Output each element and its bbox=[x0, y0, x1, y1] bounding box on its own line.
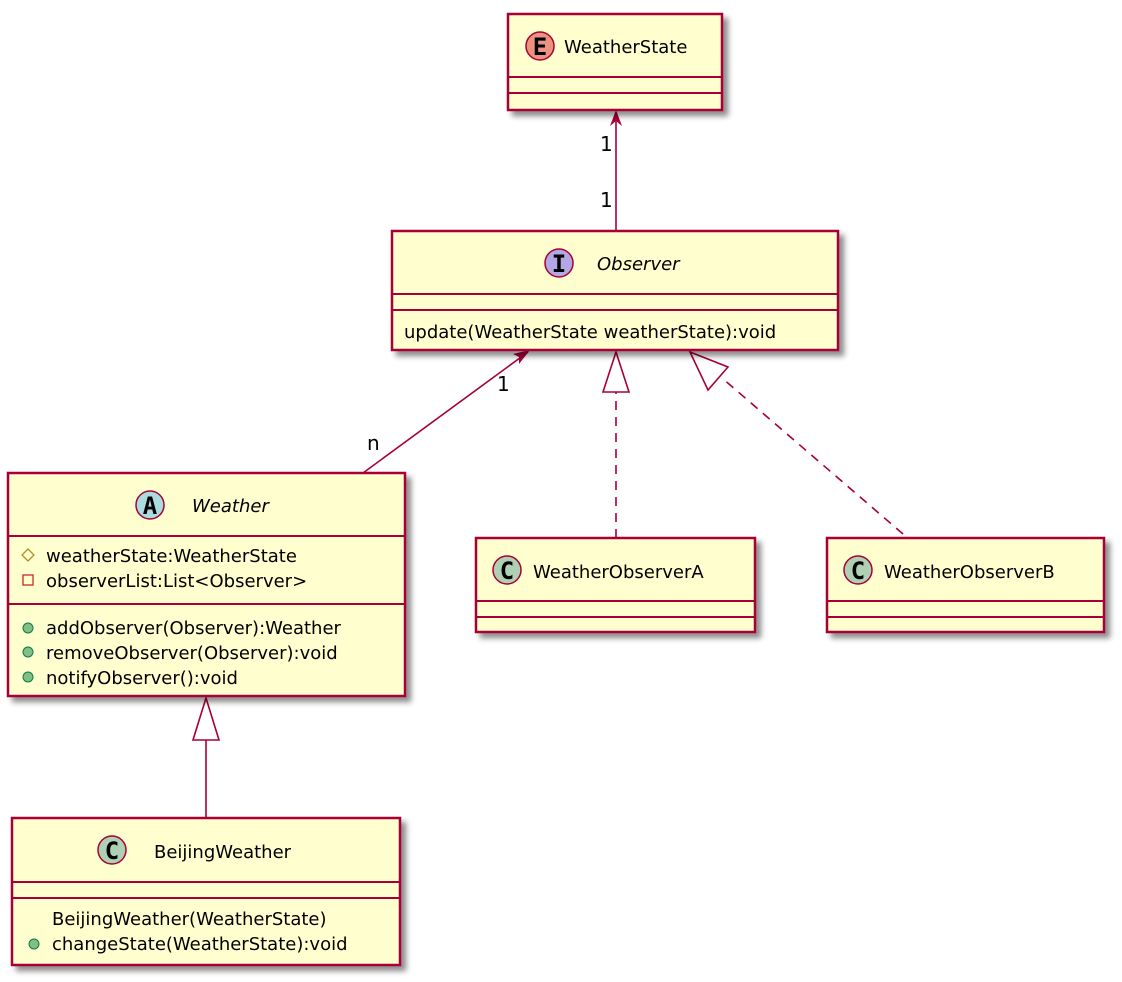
field: weatherState:WeatherState bbox=[46, 546, 297, 567]
field: observerList:List<Observer> bbox=[46, 571, 307, 592]
class-name: WeatherState bbox=[564, 37, 687, 58]
svg-text:C: C bbox=[105, 837, 119, 865]
realization-observera bbox=[601, 349, 631, 538]
method: removeObserver(Observer):void bbox=[46, 643, 338, 664]
class-name: WeatherObserverA bbox=[533, 562, 704, 583]
class-name: WeatherObserverB bbox=[884, 562, 1055, 583]
class-name: Weather bbox=[192, 496, 270, 517]
constructor: BeijingWeather(WeatherState) bbox=[52, 909, 327, 930]
class-weatherobservera[interactable] bbox=[474, 536, 757, 634]
svg-text:E: E bbox=[533, 33, 547, 61]
svg-text:A: A bbox=[143, 492, 158, 520]
method: addObserver(Observer):Weather bbox=[46, 618, 342, 639]
svg-text:I: I bbox=[552, 250, 566, 278]
class-name: BeijingWeather bbox=[154, 842, 292, 863]
svg-text:C: C bbox=[500, 557, 514, 585]
svg-text:1: 1 bbox=[600, 132, 613, 156]
method: update(WeatherState weatherState):void bbox=[404, 322, 776, 343]
class-weatherobserverb[interactable] bbox=[825, 536, 1106, 634]
inheritance-beijing-weather bbox=[191, 695, 221, 818]
association-observer-weatherstate: 1 1 bbox=[600, 110, 622, 231]
svg-text:1: 1 bbox=[600, 188, 613, 212]
class-name: Observer bbox=[597, 254, 681, 275]
svg-text:n: n bbox=[367, 431, 380, 455]
class-diagram: 1 1 1 n E WeatherState I Observer update… bbox=[6, 12, 1106, 967]
class-weatherstate[interactable] bbox=[506, 12, 724, 112]
method: changeState(WeatherState):void bbox=[52, 934, 348, 955]
method: notifyObserver():void bbox=[46, 668, 238, 689]
public-icon bbox=[28, 938, 40, 950]
svg-text:1: 1 bbox=[497, 372, 510, 396]
realization-observerb bbox=[688, 350, 904, 535]
association-weather-observer: 1 n bbox=[362, 350, 530, 474]
public-icon bbox=[22, 622, 34, 634]
public-icon bbox=[22, 646, 34, 658]
svg-text:C: C bbox=[851, 557, 865, 585]
public-icon bbox=[22, 671, 34, 683]
